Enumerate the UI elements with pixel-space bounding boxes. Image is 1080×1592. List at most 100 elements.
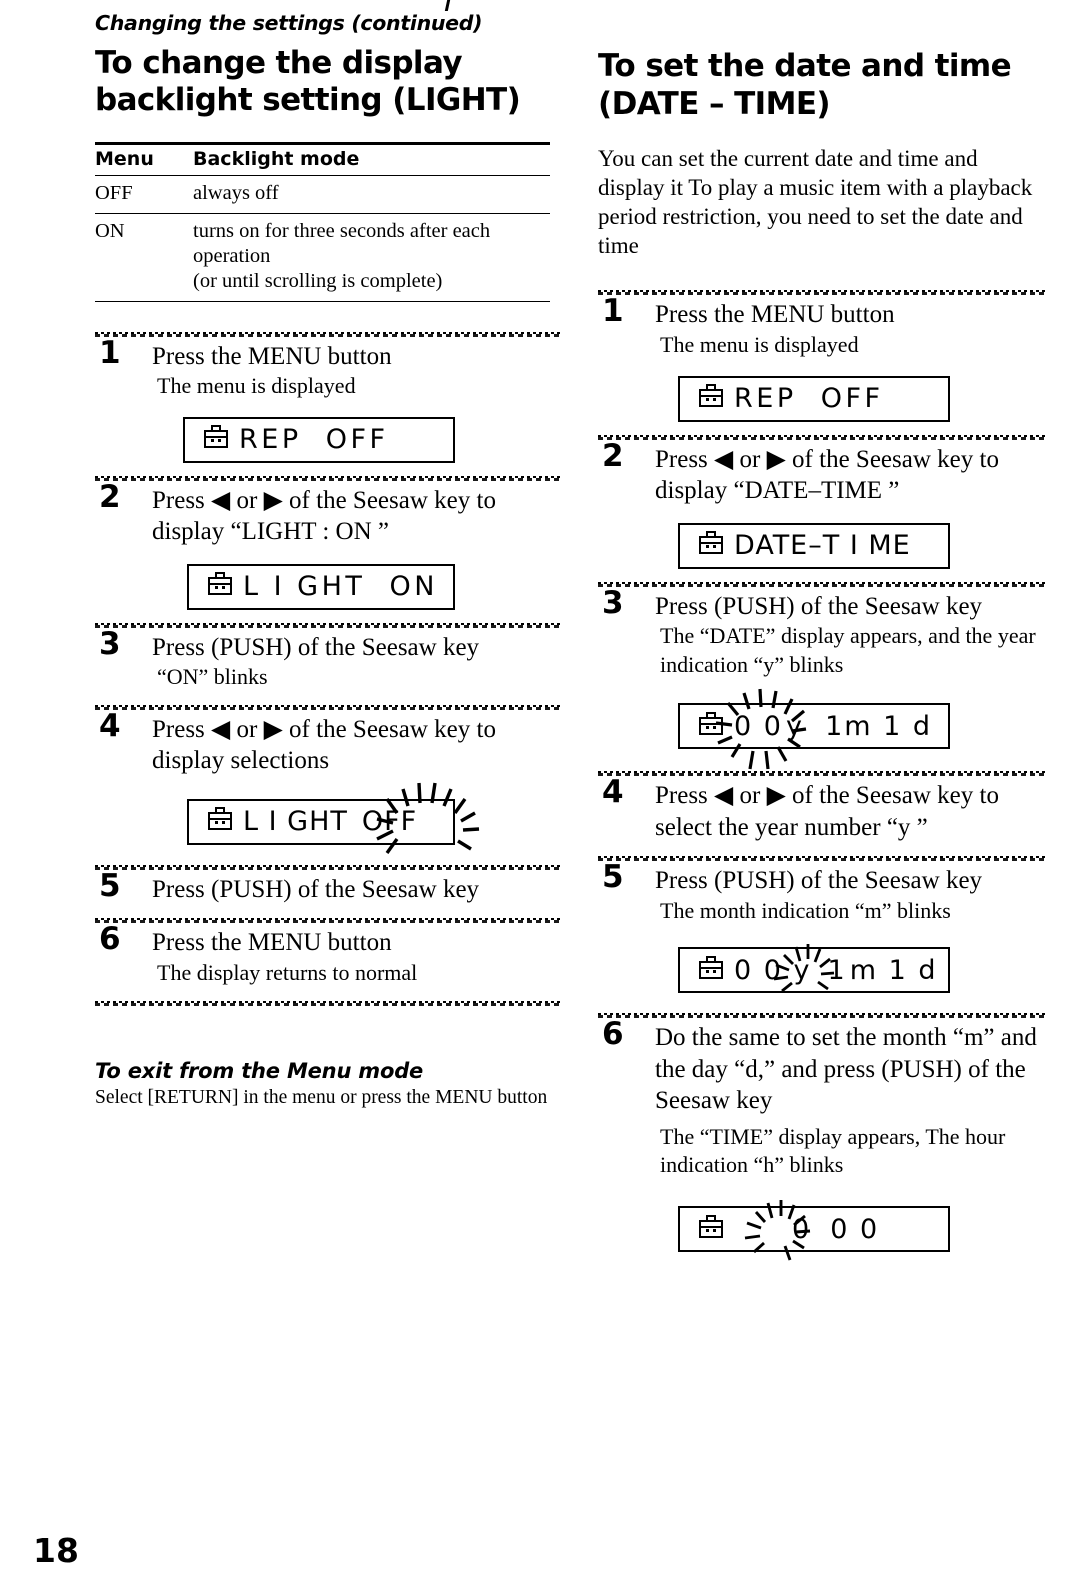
lcd-text: DATE–T I ME xyxy=(734,530,911,562)
left-step-5: 5 Press (PUSH) of the Seesaw key xyxy=(95,870,560,906)
lcd-display-rep-off-wrap: REP OFF xyxy=(598,375,1046,422)
table-row: ON turns on for three seconds after each… xyxy=(95,213,550,302)
lcd-display-date-time-wrap: DATE–T I ME xyxy=(598,522,1046,569)
step-number: 6 xyxy=(602,1016,624,1053)
step-subtext: The month indication “m” blinks xyxy=(660,897,951,923)
step-number: 5 xyxy=(602,859,624,896)
step-divider xyxy=(598,581,1046,587)
step-divider xyxy=(598,290,1046,296)
left-column: Changing the settings (continued) To cha… xyxy=(95,12,560,1110)
left-title-line-2: backlight setting (LIGHT) xyxy=(95,82,521,119)
step-text: Press (PUSH) of the Seesaw key xyxy=(655,867,983,895)
right-step-5: 5 Press (PUSH) of the Seesaw key The mon… xyxy=(598,859,1046,925)
step-subtext: The “DATE” display appears, and the year… xyxy=(660,623,1036,677)
left-step-6: 6 Press the MENU button The display retu… xyxy=(95,921,560,987)
step-divider xyxy=(95,1000,560,1006)
step-text: Press ◀ or ▶ of the Seesaw key to displa… xyxy=(152,715,496,775)
step-divider xyxy=(598,1013,1046,1019)
lcd-display-year: 0 0 y 1m 1 d xyxy=(678,703,950,750)
step-text: Press the MENU button xyxy=(152,929,392,957)
right-step-2: 2 Press ◀ or ▶ of the Seesaw key to disp… xyxy=(598,437,1046,507)
left-title-line-1: To change the display xyxy=(95,44,463,81)
lcd-text-static: 0 0 xyxy=(830,1213,880,1245)
right-intro-paragraph: You can set the current date and time an… xyxy=(598,145,1033,259)
step-text: Press (PUSH) of the Seesaw key xyxy=(152,875,480,903)
lcd-display-date-time: DATE–T I ME xyxy=(678,522,950,569)
table-cell-mode: always off xyxy=(193,182,279,205)
table-cell-menu: ON xyxy=(95,219,125,242)
right-step-3: 3 Press (PUSH) of the Seesaw key The “DA… xyxy=(598,584,1046,680)
briefcase-icon xyxy=(698,384,724,413)
step-subtext: The menu is displayed xyxy=(157,373,356,399)
right-step-6: 6 Do the same to set the month “m” and t… xyxy=(598,1016,1046,1180)
step-number: 2 xyxy=(99,478,121,515)
step-text: Press ◀ or ▶ of the Seesaw key to select… xyxy=(655,782,999,841)
table-header-row: Menu Backlight mode xyxy=(95,143,550,176)
running-head: Changing the settings (continued) xyxy=(95,11,483,35)
briefcase-icon xyxy=(207,807,233,836)
lcd-text: REP OFF xyxy=(734,383,884,415)
step-divider xyxy=(598,856,1046,862)
lcd-display-light-off: L I GHT OFF xyxy=(187,798,455,845)
table-header-backlight-mode: Backlight mode xyxy=(193,148,360,171)
lcd-display-light-on: L I GHT ON xyxy=(187,563,455,610)
lcd-display-time: 0 0 0 xyxy=(678,1206,950,1252)
step-text: Press the MENU button xyxy=(655,301,895,329)
lcd-text: L I GHT ON xyxy=(243,571,439,603)
step-number: 1 xyxy=(99,334,121,371)
right-step-4: 4 Press ◀ or ▶ of the Seesaw key to sele… xyxy=(598,774,1046,843)
exit-menu-heading: To exit from the Menu mode xyxy=(95,1058,424,1083)
table-cell-menu: OFF xyxy=(95,182,133,205)
lcd-display-year-wrap: 0 0 y 1m 1 d xyxy=(598,689,1046,770)
lcd-display-month: 0 0 y 1 m 1 d xyxy=(678,947,950,994)
exit-menu-section: To exit from the Menu mode Select [RETUR… xyxy=(95,1059,560,1110)
step-number: 4 xyxy=(602,774,624,811)
right-column: To set the date and time (DATE – TIME) Y… xyxy=(598,48,1046,1261)
left-step-3: 3 Press (PUSH) of the Seesaw key “ON” bl… xyxy=(95,625,560,692)
step-text: Do the same to set the month “m” and the… xyxy=(655,1024,1037,1115)
briefcase-icon xyxy=(698,711,724,741)
lcd-display-month-wrap: 0 0 y 1 m 1 d xyxy=(598,944,1046,994)
briefcase-icon xyxy=(698,531,724,560)
step-number: 6 xyxy=(99,921,121,958)
step-subtext: The menu is displayed xyxy=(660,331,859,357)
table-header-menu: Menu xyxy=(95,148,154,171)
step-text: Press the MENU button xyxy=(152,342,392,370)
step-subtext: The display returns to normal xyxy=(157,959,418,985)
step-text: Press (PUSH) of the Seesaw key xyxy=(152,633,480,661)
right-title-line-2: (DATE – TIME) xyxy=(598,85,831,122)
table-row: OFF always off xyxy=(95,176,550,214)
step-text: Press ◀ or ▶ of the Seesaw key to displa… xyxy=(655,445,999,505)
backlight-mode-table: Menu Backlight mode OFF always off ON tu… xyxy=(95,142,550,302)
step-subtext: “ON” blinks xyxy=(157,664,268,690)
lcd-display-light-on-wrap: L I GHT ON xyxy=(95,563,560,610)
briefcase-icon xyxy=(698,955,724,985)
exit-menu-body: Select [RETURN] in the menu or press the… xyxy=(95,1086,548,1108)
step-divider xyxy=(95,864,560,870)
lcd-text-blinking: 1 xyxy=(827,954,846,986)
step-divider xyxy=(95,475,560,481)
step-number: 2 xyxy=(602,437,624,474)
lcd-text-static: 0 0 y xyxy=(734,954,812,986)
right-section-title: To set the date and time (DATE – TIME) xyxy=(598,48,1046,124)
step-subtext: The “TIME” display appears, The hour ind… xyxy=(660,1123,1006,1178)
scan-artifact xyxy=(444,0,451,11)
step-divider xyxy=(95,331,560,337)
step-divider xyxy=(95,622,560,628)
lcd-text-static: y 1m 1 d xyxy=(785,710,933,742)
left-step-1: 1 Press the MENU button The menu is disp… xyxy=(95,334,560,401)
briefcase-icon xyxy=(203,425,229,454)
lcd-text-after: m 1 d xyxy=(849,954,938,986)
step-number: 3 xyxy=(602,584,624,621)
lcd-display-light-off-wrap: L I GHT OFF xyxy=(95,782,560,854)
lcd-text-blinking: 0 xyxy=(792,1213,811,1245)
step-divider xyxy=(598,434,1046,440)
table-cell-mode: turns on for three seconds after each op… xyxy=(193,219,491,293)
left-section-title: To change the display backlight setting … xyxy=(95,45,560,121)
lcd-text-static: L I GHT xyxy=(243,806,348,838)
left-step-4: 4 Press ◀ or ▶ of the Seesaw key to disp… xyxy=(95,710,560,777)
step-divider xyxy=(95,704,560,710)
step-number: 3 xyxy=(99,625,121,662)
briefcase-icon xyxy=(207,572,233,601)
right-title-line-1: To set the date and time xyxy=(598,48,1012,84)
